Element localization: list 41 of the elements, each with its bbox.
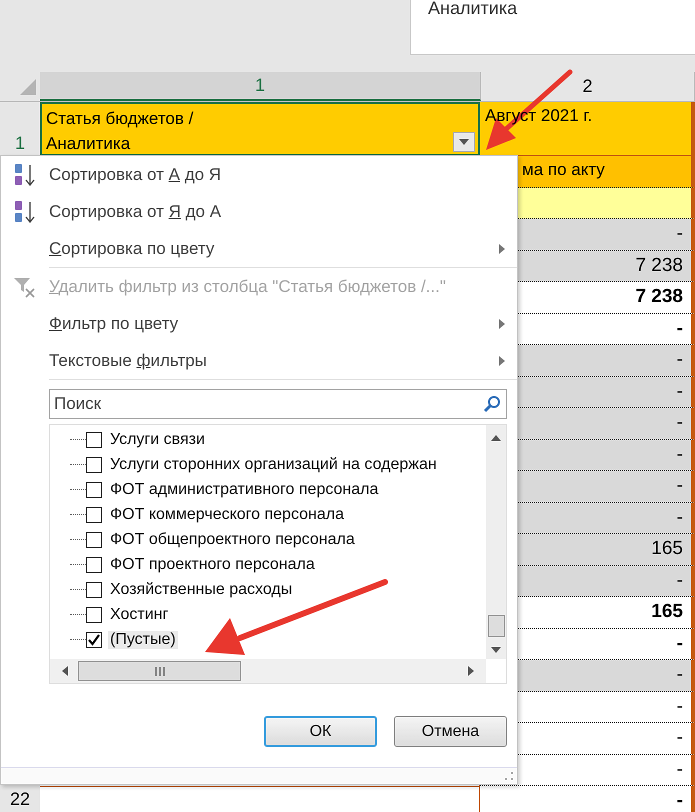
checkbox[interactable] (86, 556, 102, 572)
list-item[interactable]: (Пустые) (108, 630, 178, 648)
list-item[interactable]: ФОТ административного персонала (108, 480, 380, 498)
submenu-arrow-icon (499, 318, 505, 328)
list-item[interactable]: Услуги связи (108, 430, 207, 448)
checkbox[interactable] (86, 432, 102, 448)
dialog-button[interactable]: Отмена (394, 716, 507, 747)
dialog-button[interactable]: ОК (264, 716, 377, 747)
filter-dropdown-button[interactable] (453, 132, 475, 152)
checkbox[interactable] (86, 456, 102, 472)
submenu-arrow-icon (499, 244, 505, 254)
checkbox[interactable] (86, 482, 102, 498)
checkbox[interactable] (86, 632, 102, 648)
table-cell: - (480, 786, 695, 812)
horizontal-scrollbar[interactable] (50, 659, 486, 683)
caret-icon (459, 139, 469, 145)
list-item[interactable]: ФОТ коммерческого персонала (108, 506, 346, 524)
search-icon[interactable] (483, 395, 501, 413)
submenu-arrow-icon (499, 356, 505, 366)
scroll-right-icon[interactable] (468, 666, 474, 676)
list-item[interactable]: ФОТ проектного персонала (108, 556, 317, 574)
list-item[interactable]: Хостинг (108, 606, 170, 624)
scroll-left-icon[interactable] (62, 666, 68, 676)
checkbox[interactable] (86, 582, 102, 598)
header-cell[interactable]: Статья бюджетов / Аналитика (40, 102, 480, 156)
cell-text: Статья бюджетов / Аналитика (46, 108, 194, 155)
checkbox[interactable] (86, 532, 102, 548)
grip-icon (154, 666, 166, 676)
search-field[interactable]: Поиск (49, 389, 507, 419)
list-item[interactable]: Хозяйственные расходы (108, 580, 294, 598)
list-item[interactable]: ФОТ общепроектного персонала (108, 530, 357, 548)
resize-grip-icon[interactable] (504, 771, 514, 781)
scroll-thumb[interactable] (78, 661, 241, 681)
checkbox[interactable] (86, 606, 102, 622)
scroll-thumb[interactable] (488, 615, 504, 637)
scroll-down-icon[interactable] (491, 647, 501, 653)
column-header[interactable]: 1 (40, 72, 481, 101)
checkbox[interactable] (86, 506, 102, 522)
list-item[interactable]: Услуги сторонних организаций на содержан (108, 456, 439, 474)
text-box: Аналитика (410, 0, 695, 55)
vertical-scrollbar[interactable] (486, 425, 506, 659)
